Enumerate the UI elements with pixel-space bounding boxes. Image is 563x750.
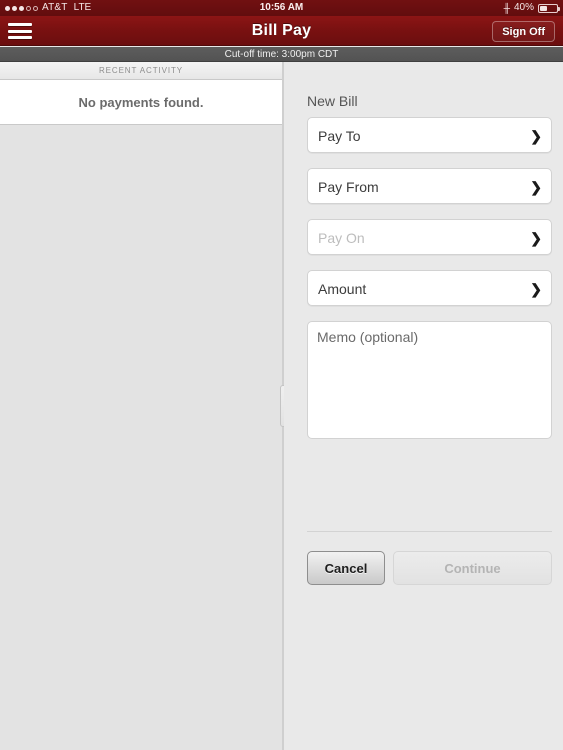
memo-input[interactable]: Memo (optional) [307, 321, 552, 439]
cutoff-time-banner: Cut-off time: 3:00pm CDT [0, 47, 563, 62]
field-pay-to-label: Pay To [318, 128, 361, 144]
field-pay-from[interactable]: Pay From ❯ [307, 168, 552, 204]
new-bill-title: New Bill [307, 93, 358, 109]
chevron-right-icon: ❯ [530, 230, 542, 246]
form-divider [307, 531, 552, 532]
field-pay-on-label: Pay On [318, 230, 365, 246]
recent-activity-pane: RECENT ACTIVITY No payments found. [0, 62, 282, 750]
recent-activity-empty-panel: No payments found. [0, 80, 282, 125]
battery-percent-label: 40% [513, 2, 534, 13]
field-pay-to[interactable]: Pay To ❯ [307, 117, 552, 153]
field-amount[interactable]: Amount ❯ [307, 270, 552, 306]
new-bill-pane: New Bill Pay To ❯ Pay From ❯ Pay On ❯ Am… [284, 62, 563, 750]
chevron-right-icon: ❯ [530, 179, 542, 195]
chevron-right-icon: ❯ [530, 281, 542, 297]
status-bar-right: ╫ 40% [503, 0, 560, 16]
navigation-bar: Bill Pay Sign Off [0, 16, 563, 46]
bill-pay-screen: AT&T LTE 10:56 AM ╫ 40% Bill Pay Sign Of… [0, 0, 563, 750]
form-actions: Cancel Continue [307, 551, 552, 585]
clock-label: 10:56 AM [259, 2, 304, 13]
memo-placeholder-label: Memo (optional) [317, 329, 419, 345]
no-payments-message: No payments found. [78, 94, 204, 110]
field-amount-label: Amount [318, 281, 367, 297]
page-title: Bill Pay [251, 22, 312, 39]
recent-activity-header: RECENT ACTIVITY [0, 62, 282, 80]
sign-off-button[interactable]: Sign Off [492, 21, 555, 42]
chevron-right-icon: ❯ [530, 128, 542, 144]
status-bar: AT&T LTE 10:56 AM ╫ 40% [0, 0, 563, 16]
continue-button: Continue [393, 551, 552, 585]
battery-icon [538, 3, 560, 13]
field-pay-from-label: Pay From [318, 179, 379, 195]
cancel-button[interactable]: Cancel [307, 551, 385, 585]
new-bill-form: Pay To ❯ Pay From ❯ Pay On ❯ Amount ❯ Me… [307, 117, 552, 439]
field-pay-on[interactable]: Pay On ❯ [307, 219, 552, 255]
bluetooth-icon: ╫ [503, 3, 510, 13]
